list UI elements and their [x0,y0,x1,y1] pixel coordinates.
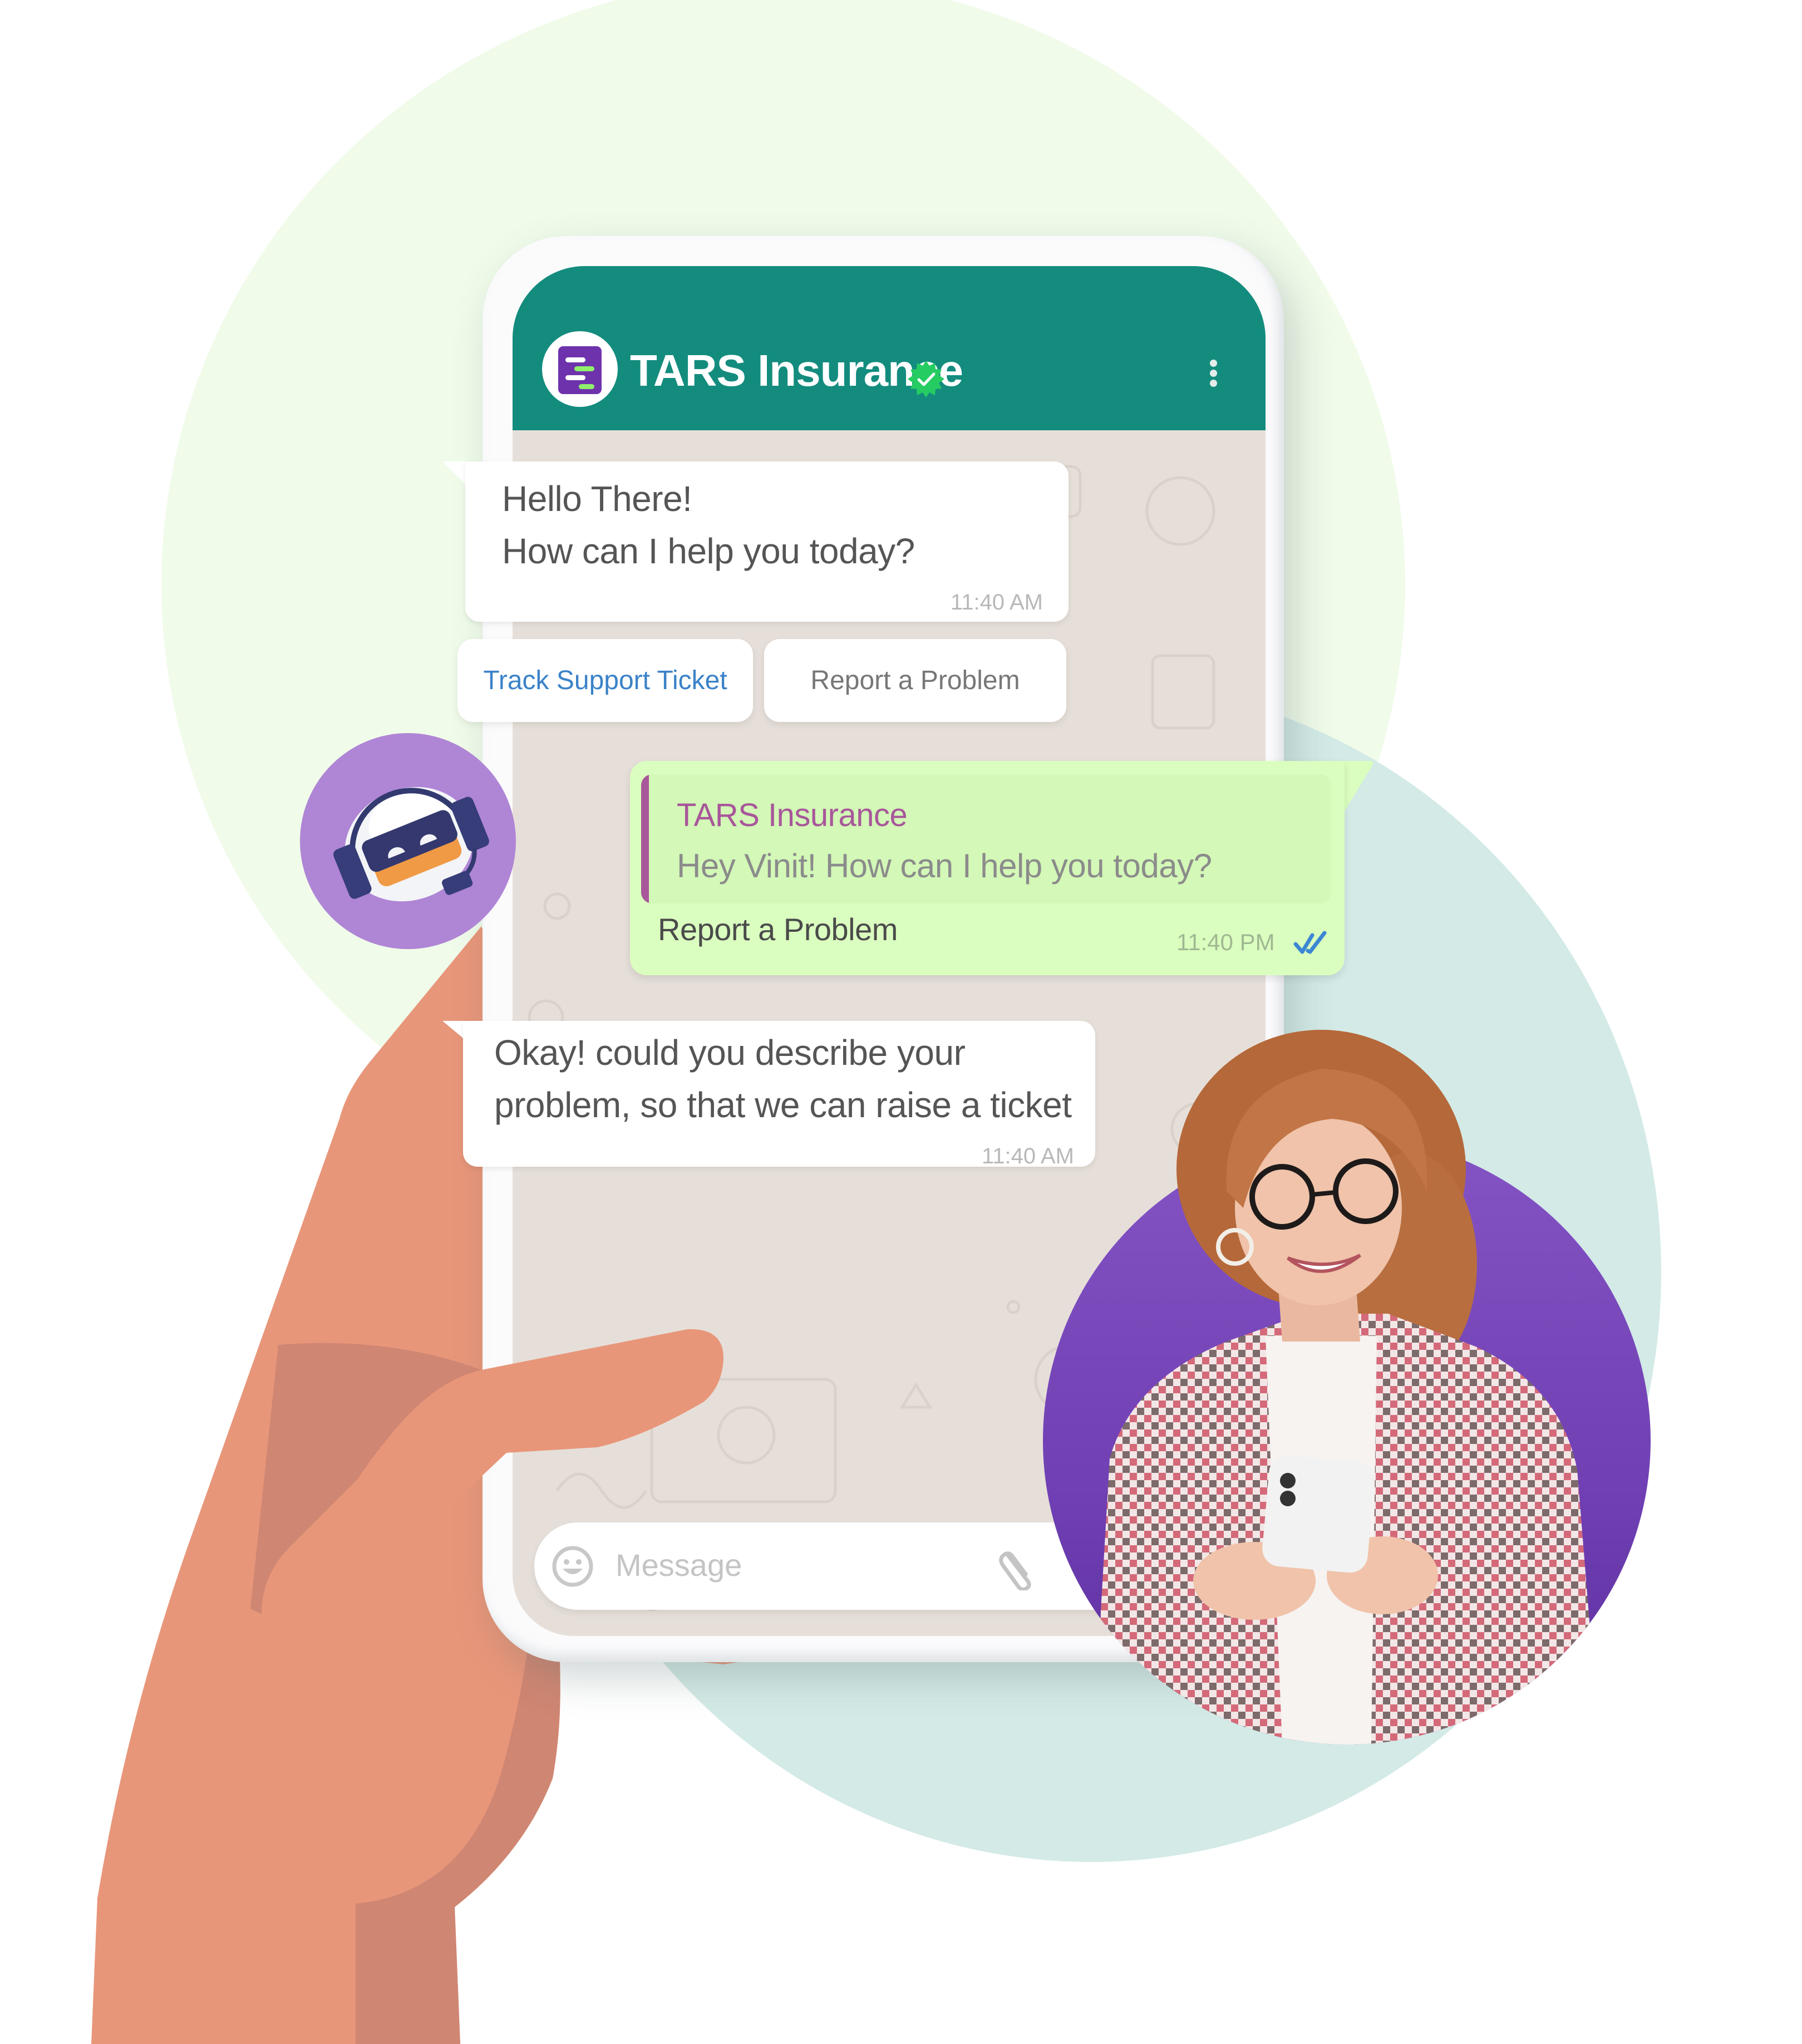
quoted-sender: TARS Insurance [677,797,908,833]
incoming-message: Hello There! How can I help you today? 1… [465,461,1069,622]
bot-avatar [300,733,516,949]
outgoing-message: TARS Insurance Hey Vinit! How can I help… [630,761,1345,975]
read-receipt-icon [1293,931,1327,954]
quote-accent-bar [641,774,649,903]
emoji-icon[interactable] [552,1545,594,1588]
message-text: How can I help you today? [502,531,915,571]
message-text: problem, so that we can raise a ticket [494,1085,1072,1125]
customer-photo [1093,1030,1599,1745]
track-support-ticket-button[interactable]: Track Support Ticket [457,639,753,722]
message-text: Hello There! [502,479,692,519]
tars-logo-icon [558,346,602,394]
attach-paperclip-icon[interactable] [997,1542,1040,1590]
verified-badge-icon [908,361,944,397]
robot-headset-icon [333,787,489,902]
quoted-text: Hey Vinit! How can I help you today? [677,847,1212,885]
chat-header: TARS Insurance [513,266,1266,430]
message-text: Report a Problem [658,912,898,947]
contact-avatar[interactable] [542,331,618,407]
report-a-problem-button[interactable]: Report a Problem [764,639,1066,722]
message-placeholder: Message [616,1547,742,1583]
message-timestamp: 11:40 AM [950,590,1043,615]
more-options-icon[interactable] [1205,355,1222,389]
quoted-message[interactable]: TARS Insurance Hey Vinit! How can I help… [641,774,1331,903]
message-timestamp: 11:40 PM [1176,929,1275,955]
message-text: Okay! could you describe your [494,1033,966,1073]
incoming-message: Okay! could you describe your problem, s… [463,1021,1095,1168]
